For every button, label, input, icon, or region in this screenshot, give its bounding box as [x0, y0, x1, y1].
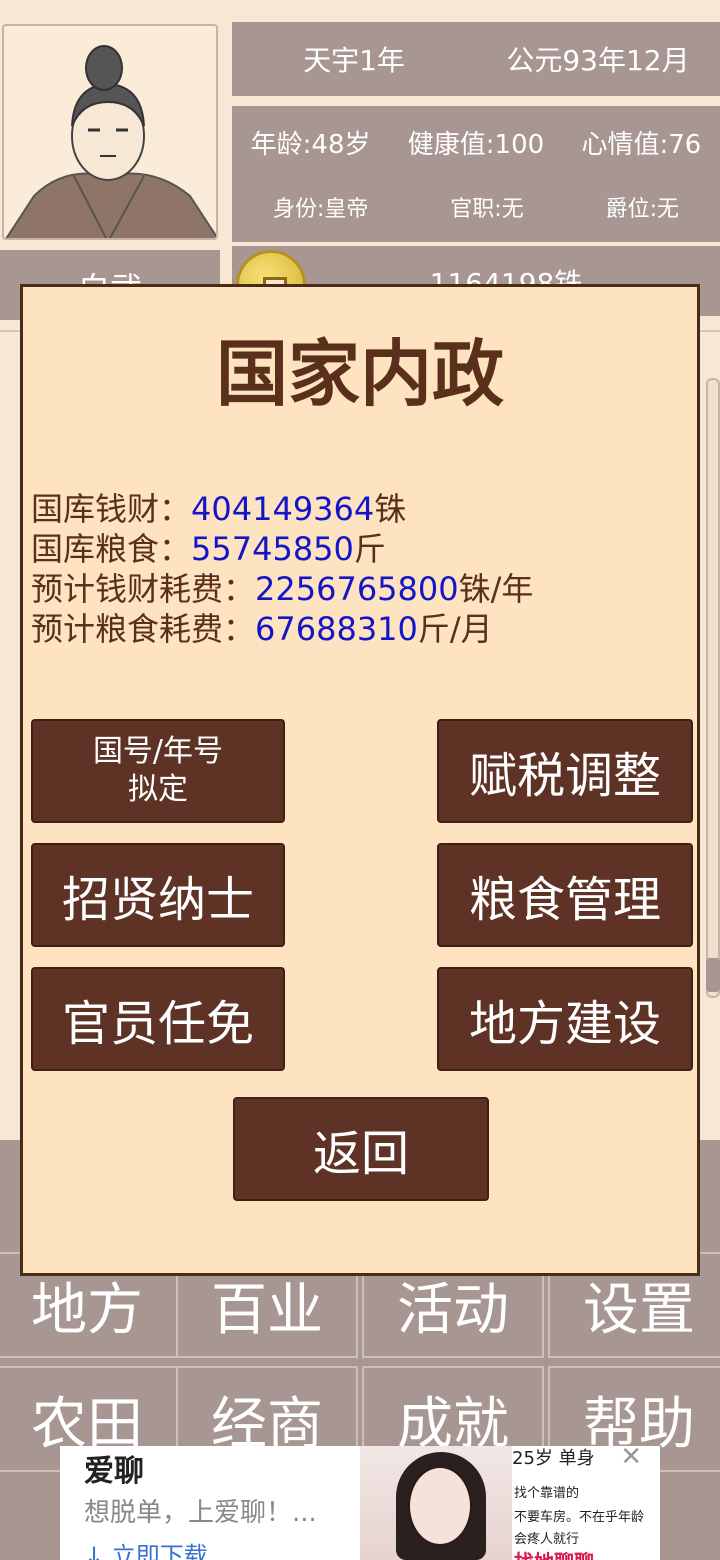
official-appointment-button[interactable]: 官员任免: [31, 967, 285, 1071]
stat-unit: 铢: [374, 490, 407, 528]
dialog-title: 国家内政: [215, 332, 504, 416]
ad-download-link[interactable]: ↓ 立即下载: [84, 1536, 208, 1560]
stat-value: 404149364: [191, 490, 375, 528]
date-label: 公元93年12月: [506, 44, 690, 77]
stat-unit: 斤: [353, 530, 386, 568]
player-avatar[interactable]: [2, 24, 218, 240]
status-panel: 年龄:48岁 健康值:100 心情值:76 身份:皇帝 官职:无 爵位:无: [232, 106, 720, 242]
ad-age-tag: 25岁 单身: [512, 1448, 595, 1469]
ad-banner[interactable]: 爱聊 想脱单，上爱聊！... ↓ 立即下载 25岁 单身 ✕ 找个靠谱的 不要车…: [60, 1446, 660, 1560]
stat-unit: 铢/年: [458, 570, 534, 608]
country-name-button[interactable]: 国号/年号 拟定: [31, 719, 285, 823]
scrollbar-track[interactable]: [706, 378, 720, 998]
rank-label: 爵位:无: [605, 197, 680, 222]
stat-label: 国库粮食：: [31, 530, 192, 568]
age-label: 年龄:48岁: [250, 130, 371, 160]
ad-face-shape: [408, 1466, 472, 1546]
ad-cta-link[interactable]: 找她聊聊: [514, 1546, 594, 1560]
button-label: 拟定: [128, 772, 188, 807]
ad-text-line: 找个靠谱的: [514, 1486, 580, 1501]
date-bar: 天宇1年 公元93年12月: [232, 22, 720, 96]
ad-side-panel: 25岁 单身 ✕ 找个靠谱的 不要车房。不在乎年龄 会疼人就行 找她聊聊: [512, 1446, 660, 1560]
stat-unit: 斤/月: [417, 610, 493, 648]
button-label: 国号/年号: [92, 734, 224, 769]
stat-label: 预计粮食耗费：: [31, 610, 256, 648]
stat-label: 预计钱财耗费：: [31, 570, 256, 608]
tax-adjust-button[interactable]: 赋税调整: [437, 719, 693, 823]
grain-management-button[interactable]: 粮食管理: [437, 843, 693, 947]
treasury-grain-row: 国库粮食：55745850斤: [31, 529, 533, 569]
stat-value: 55745850: [191, 530, 354, 568]
stat-value: 2256765800: [255, 570, 459, 608]
ad-text-line: 不要车房。不在乎年龄: [514, 1510, 645, 1525]
stat-label: 国库钱财：: [31, 490, 192, 528]
close-icon[interactable]: ✕: [620, 1446, 642, 1472]
ad-description: 想脱单，上爱聊！...: [84, 1498, 317, 1528]
mood-label: 心情值:76: [581, 130, 702, 160]
ad-text-line: 会疼人就行: [514, 1532, 580, 1547]
grain-cost-row: 预计粮食耗费：67688310斤/月: [31, 609, 533, 649]
treasury-stats: 国库钱财：404149364铢 国库粮食：55745850斤 预计钱财耗费：22…: [31, 489, 533, 649]
ad-photo: [360, 1446, 520, 1560]
office-label: 官职:无: [450, 197, 524, 222]
health-label: 健康值:100: [407, 130, 545, 160]
back-button[interactable]: 返回: [233, 1097, 489, 1201]
recruit-talent-button[interactable]: 招贤纳士: [31, 843, 285, 947]
scrollbar-thumb[interactable]: [706, 958, 720, 992]
stat-value: 67688310: [255, 610, 418, 648]
money-cost-row: 预计钱财耗费：2256765800铢/年: [31, 569, 533, 609]
emperor-portrait-icon: [5, 45, 216, 238]
domestic-affairs-dialog: 国家内政 国库钱财：404149364铢 国库粮食：55745850斤 预计钱财…: [20, 284, 700, 1276]
ad-title: 爱聊: [84, 1454, 144, 1489]
era-label: 天宇1年: [303, 44, 405, 77]
local-construction-button[interactable]: 地方建设: [437, 967, 693, 1071]
treasury-money-row: 国库钱财：404149364铢: [31, 489, 533, 529]
identity-label: 身份:皇帝: [272, 197, 369, 222]
